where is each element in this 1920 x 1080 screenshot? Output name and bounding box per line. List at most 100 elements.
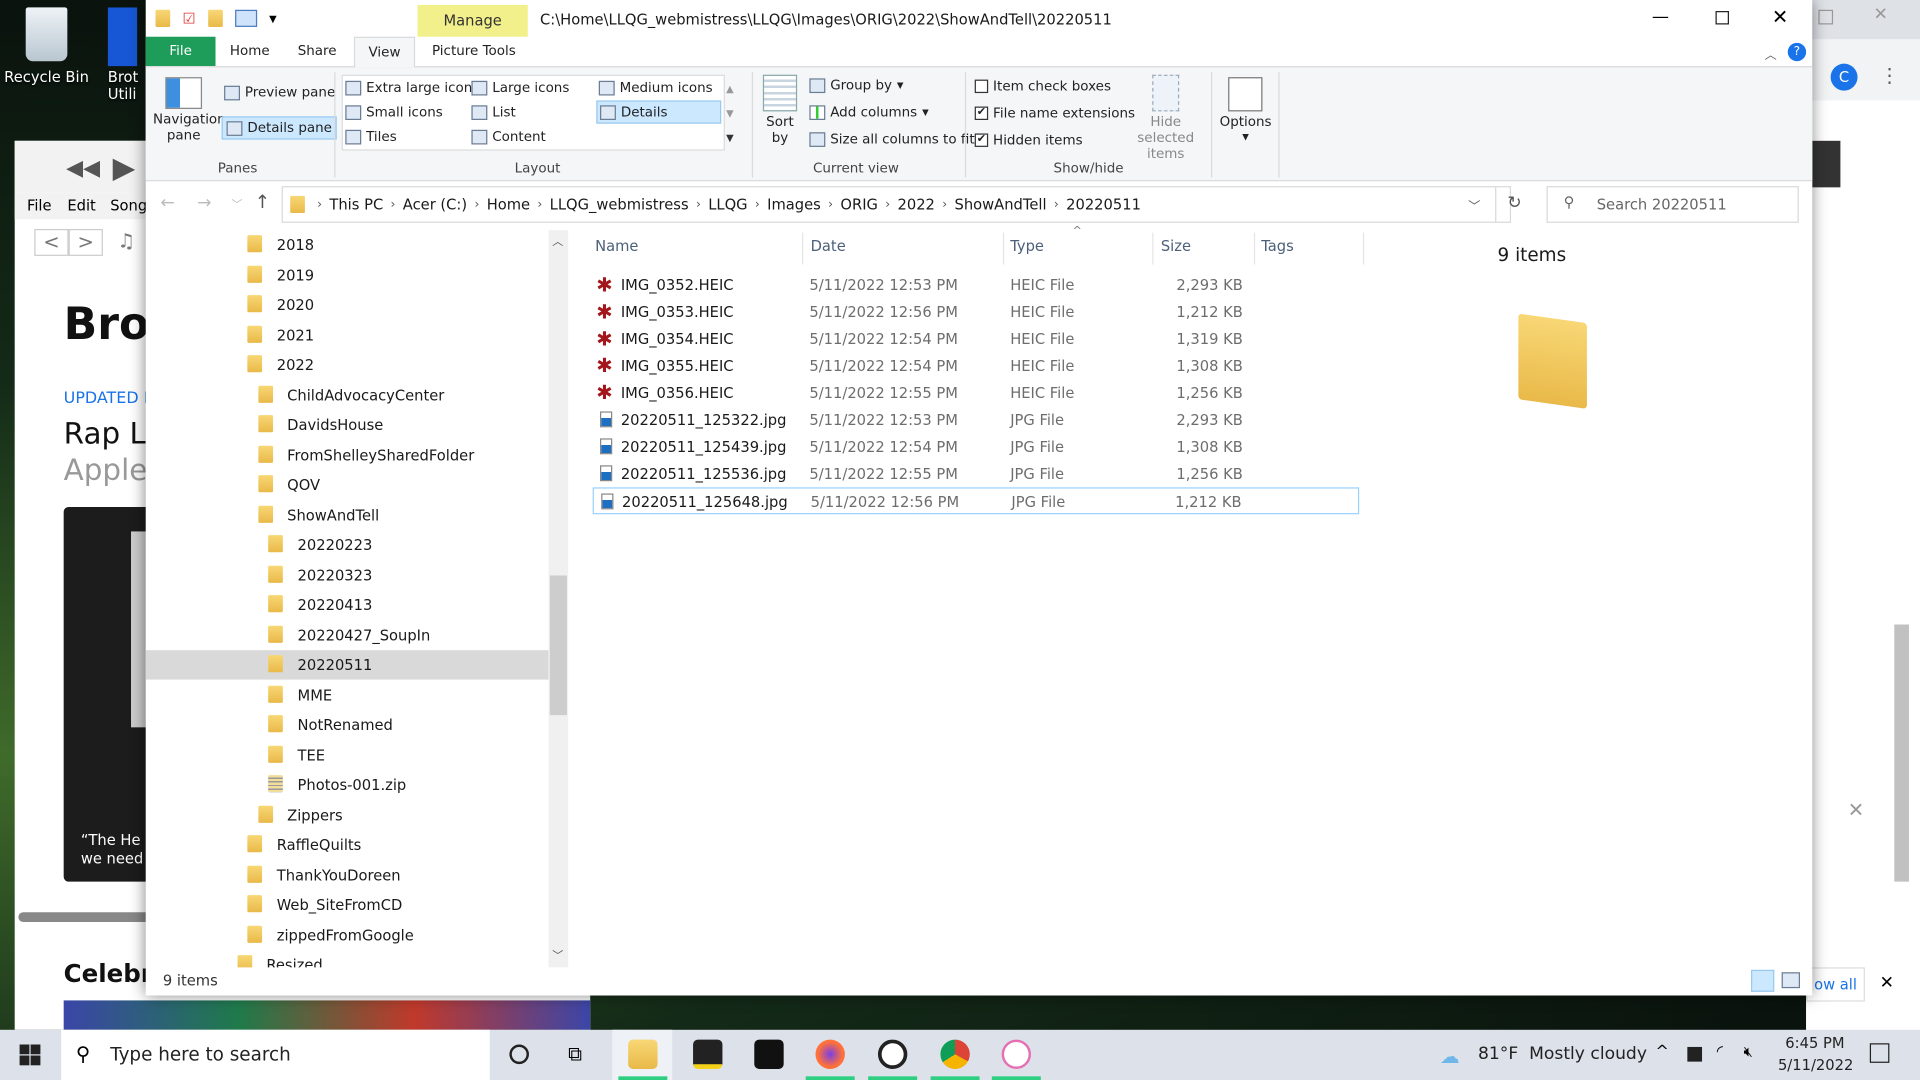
column-header-type[interactable]: Type — [1010, 238, 1044, 255]
layout-small-icons[interactable]: Small icons — [345, 104, 443, 120]
hidden-items-toggle[interactable]: ✔ Hidden items — [974, 132, 1083, 148]
scroll-up-icon[interactable]: ︿ — [552, 233, 563, 248]
forward-button[interactable]: > — [68, 228, 103, 256]
tree-item[interactable]: Photos-001.zip — [146, 770, 549, 799]
clock-time[interactable]: 6:45 PM — [1785, 1035, 1844, 1052]
minimize-icon[interactable] — [1818, 9, 1834, 25]
tab-picture-tools[interactable]: Picture Tools — [420, 37, 528, 66]
breadcrumb-item[interactable]: Home — [487, 196, 530, 213]
layout-scroll-icon[interactable]: ▲ ▼ ▼ — [726, 77, 734, 150]
file-row[interactable]: ✱ IMG_0352.HEIC 5/11/2022 12:53 PM HEIC Fil… — [593, 272, 1360, 299]
cortana-icon[interactable] — [509, 1044, 529, 1065]
options-button[interactable]: Options ▼ — [1220, 77, 1272, 142]
tree-item[interactable]: Web_SiteFromCD — [146, 890, 549, 919]
tree-item[interactable]: 20220223 — [146, 530, 549, 559]
file-row[interactable]: ✱ IMG_0354.HEIC 5/11/2022 12:54 PM HEIC Fil… — [593, 326, 1360, 353]
chrome-taskbar-icon[interactable] — [940, 1039, 970, 1069]
tree-item[interactable]: DavidsHouse — [146, 410, 549, 439]
sort-by-button[interactable]: Sort by — [762, 74, 798, 146]
address-bar[interactable]: › This PC › Acer (C:) › Home › LLQG_webmistress… — [281, 186, 1522, 223]
tree-item[interactable]: ChildAdvocacyCenter — [146, 380, 549, 409]
layout-extra-large-icons[interactable]: Extra large icons — [345, 80, 479, 96]
tree-item[interactable]: FromShelleySharedFolder — [146, 440, 549, 469]
notifications-icon[interactable] — [1869, 1043, 1890, 1063]
taskbar-search-box[interactable]: ⚲ Type here to search — [61, 1029, 490, 1080]
preview-pane-button[interactable]: Preview pane — [224, 84, 335, 100]
layout-list[interactable]: List — [471, 104, 516, 120]
file-explorer-taskbar-icon[interactable] — [628, 1039, 658, 1069]
file-row[interactable]: ✱ IMG_0353.HEIC 5/11/2022 12:56 PM HEIC Fil… — [593, 299, 1360, 326]
battery-icon[interactable] — [1687, 1046, 1703, 1062]
breadcrumb-separator-icon[interactable]: › — [1054, 198, 1059, 211]
navigation-pane-button[interactable]: Navigation pane — [153, 77, 226, 143]
breadcrumb-item[interactable]: ORIG — [840, 196, 878, 213]
new-folder-icon[interactable] — [207, 9, 223, 27]
weather-icon[interactable]: ☁ — [1440, 1044, 1460, 1067]
tree-item[interactable]: 20220427_SoupIn — [146, 620, 549, 649]
tree-item[interactable]: 2021 — [146, 320, 549, 349]
recent-locations-icon[interactable]: ﹀ — [231, 196, 242, 212]
properties-icon[interactable]: ☑ — [182, 10, 195, 27]
breadcrumb-separator-icon[interactable]: › — [391, 198, 396, 211]
size-all-columns-button[interactable]: Size all columns to fit — [809, 131, 975, 147]
large-icons-view-button[interactable] — [1781, 972, 1801, 989]
volume-muted-icon[interactable]: 🔇︎ — [1744, 1043, 1753, 1061]
manage-contextual-tab[interactable]: Manage — [417, 4, 528, 37]
tab-file[interactable]: File — [145, 36, 216, 67]
file-row[interactable]: 20220511_125322.jpg 5/11/2022 12:53 PM JPG… — [593, 407, 1360, 434]
show-all-button[interactable]: ow all — [1806, 967, 1865, 1002]
details-pane-button[interactable]: Details pane — [221, 116, 337, 140]
back-button[interactable]: ← — [160, 193, 174, 213]
layout-large-icons[interactable]: Large icons — [471, 80, 569, 96]
breadcrumb-item[interactable]: LLQG_webmistress — [550, 196, 689, 213]
tree-item[interactable]: ThankYouDoreen — [146, 860, 549, 889]
details-view-button[interactable] — [1751, 969, 1775, 992]
breadcrumb-item[interactable]: LLQG — [708, 196, 747, 213]
forward-button[interactable]: → — [197, 193, 211, 213]
breadcrumb-item[interactable]: This PC — [329, 196, 383, 213]
rewind-icon[interactable]: ◀◀ — [66, 156, 100, 182]
breadcrumb-item[interactable]: 2022 — [898, 196, 935, 213]
dismiss-icon[interactable]: ✕ — [1848, 798, 1864, 821]
up-button[interactable]: ↑ — [255, 191, 270, 213]
tree-item[interactable]: TEE — [146, 740, 549, 769]
close-button[interactable]: ✕ — [1772, 5, 1788, 28]
breadcrumb-item[interactable]: Images — [767, 196, 821, 213]
file-row[interactable]: 20220511_125648.jpg 5/11/2022 12:56 PM JPG… — [592, 487, 1360, 515]
tree-item[interactable]: RaffleQuilts — [146, 830, 549, 859]
file-row[interactable]: ✱ IMG_0355.HEIC 5/11/2022 12:54 PM HEIC Fil… — [593, 353, 1360, 380]
scrollbar[interactable] — [1894, 624, 1909, 882]
breadcrumb-separator-icon[interactable]: › — [885, 198, 890, 211]
tree-item[interactable]: 2022 — [146, 350, 549, 379]
breadcrumb-separator-icon[interactable]: › — [942, 198, 947, 211]
tree-item[interactable]: 20220511 — [145, 650, 549, 680]
tree-item[interactable]: ShowAndTell — [146, 500, 549, 529]
close-icon[interactable]: ✕ — [1873, 5, 1887, 25]
breadcrumb-separator-icon[interactable]: › — [755, 198, 760, 211]
address-dropdown-icon[interactable]: ﹀ — [1468, 196, 1480, 214]
file-name-extensions-toggle[interactable]: ✔ File name extensions — [974, 105, 1135, 121]
tree-item[interactable]: 20220413 — [146, 590, 549, 619]
tree-item[interactable]: 2020 — [146, 290, 549, 319]
column-header-date[interactable]: Date — [811, 238, 846, 255]
file-row[interactable]: ✱ IMG_0356.HEIC 5/11/2022 12:55 PM HEIC Fil… — [593, 380, 1360, 407]
item-check-boxes-toggle[interactable]: Item check boxes — [974, 78, 1111, 94]
menu-edit[interactable]: Edit — [67, 197, 95, 214]
breadcrumb-item[interactable]: Acer (C:) — [403, 196, 467, 213]
group-by-button[interactable]: Group by ▼ — [809, 77, 904, 93]
tree-item[interactable]: 20220323 — [146, 560, 549, 589]
wifi-icon[interactable]: ◜ — [1717, 1043, 1723, 1061]
column-header-tags[interactable]: Tags — [1261, 238, 1294, 255]
weather-widget[interactable]: 81°F Mostly cloudy — [1478, 1044, 1647, 1064]
tree-item[interactable]: MME — [146, 680, 549, 709]
recycle-bin-shortcut[interactable]: Recycle Bin — [2, 7, 90, 86]
start-button[interactable] — [19, 1044, 41, 1066]
breadcrumb-item[interactable]: ShowAndTell — [955, 196, 1047, 213]
help-icon[interactable]: ? — [1787, 42, 1807, 62]
tree-item[interactable]: Zippers — [146, 800, 549, 829]
scroll-thumb[interactable] — [549, 575, 567, 716]
layout-content[interactable]: Content — [471, 129, 546, 144]
scroll-down-icon[interactable]: ﹀ — [552, 947, 563, 962]
collapse-ribbon-icon[interactable]: ︿ — [1764, 44, 1776, 62]
breadcrumb-separator-icon[interactable]: › — [537, 198, 542, 211]
